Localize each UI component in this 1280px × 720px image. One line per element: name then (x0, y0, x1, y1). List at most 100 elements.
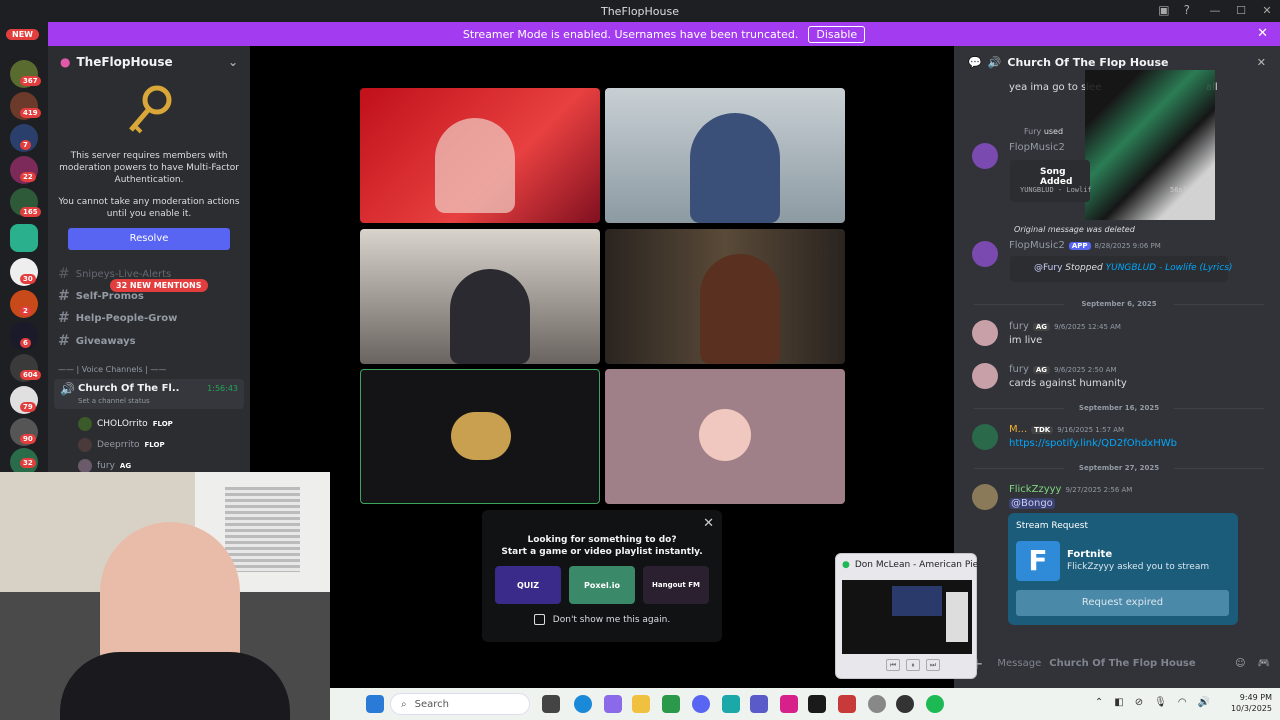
settings-icon[interactable] (868, 695, 886, 713)
voice-member[interactable]: Deeprrito FLOP (78, 438, 165, 452)
avatar[interactable] (972, 320, 998, 346)
disable-streamer-mode-button[interactable]: Disable (808, 25, 866, 43)
banner-text: Streamer Mode is enabled. Usernames have… (462, 27, 799, 41)
maximize-button[interactable]: ☐ (1228, 0, 1254, 22)
video-tile-avatar[interactable] (360, 369, 600, 504)
activity-hangout[interactable]: Hangout FM (643, 566, 709, 604)
server-badge: 32 (20, 458, 36, 468)
clock[interactable]: 9:49 PM 10/3/2025 (1231, 692, 1272, 714)
member-name: fury (97, 461, 115, 471)
guild-name: TheFlopHouse (76, 55, 173, 69)
microphone-icon[interactable]: 🎙 (1154, 697, 1167, 708)
activity-poxel[interactable]: Poxel.io (569, 566, 635, 604)
volume-icon[interactable]: 🔊 (1198, 697, 1210, 708)
voice-member[interactable]: fury AG (78, 459, 131, 473)
tray-icon[interactable]: ⊘ (1135, 697, 1143, 708)
date-divider: September 16, 2025 (974, 404, 1264, 412)
voice-channel-active[interactable]: 🔊 Church Of The Fl.. 1:56:43 Set a chann… (54, 379, 244, 409)
username[interactable]: FlopMusic2 (1009, 142, 1065, 153)
channel-item[interactable]: # Help-People-Grow (58, 310, 177, 326)
channel-label: Self-Promos (75, 290, 144, 302)
spotify-icon[interactable] (926, 695, 944, 713)
video-tile[interactable] (605, 229, 845, 364)
username[interactable]: FlickZzyyy (1009, 484, 1061, 495)
tray-icon[interactable]: ◧ (1114, 697, 1123, 708)
reply-used: used (1043, 127, 1064, 136)
video-tile[interactable] (605, 88, 845, 223)
windows-taskbar: ⌕ Search ⌃ ◧ ⊘ 🎙 ◠ 🔊 9:49 PM 10/3/2025 (330, 688, 1280, 720)
edge-icon[interactable] (574, 695, 592, 713)
app-icon[interactable] (838, 695, 856, 713)
server-rail: NEW 367 419 7 22 165 30 2 6 604 79 90 32 (0, 22, 48, 476)
username[interactable]: fury (1009, 364, 1029, 375)
request-expired-button[interactable]: Request expired (1016, 590, 1229, 616)
voice-timer: 1:56:43 (207, 384, 238, 393)
server-badge: 6 (20, 338, 31, 348)
resolve-button[interactable]: Resolve (68, 228, 230, 250)
voice-category[interactable]: —— | Voice Channels | —— (58, 365, 166, 374)
voice-member[interactable]: CHOLOrrito FLOP (78, 417, 173, 431)
video-tile[interactable] (360, 229, 600, 364)
channel-sidebar: ● TheFlopHouse ⌄ This server requires me… (48, 46, 250, 473)
teams-icon[interactable] (750, 695, 768, 713)
store-icon[interactable] (662, 695, 680, 713)
task-view-icon[interactable] (542, 695, 560, 713)
previous-icon[interactable]: ⏮ (886, 659, 900, 671)
app-icon[interactable] (808, 695, 826, 713)
activity-quiz[interactable]: QUIZ (495, 566, 561, 604)
channel-item[interactable]: # Giveaways (58, 333, 136, 349)
chat-channel-name: Church Of The Flop House (1007, 55, 1169, 69)
mention[interactable]: @Fury (1034, 263, 1062, 273)
timestamp: 9/27/2025 2:56 AM (1065, 485, 1133, 494)
help-icon[interactable]: ? (1184, 3, 1190, 17)
dont-show-checkbox[interactable] (533, 614, 545, 625)
mention[interactable]: @Bongo (1009, 498, 1055, 509)
next-icon[interactable]: ⏭ (926, 659, 940, 671)
username[interactable]: FlopMusic2 (1009, 240, 1065, 251)
taskbar-search[interactable]: ⌕ Search (390, 693, 530, 715)
guild-header[interactable]: ● TheFlopHouse ⌄ (48, 46, 250, 78)
emoji-icon[interactable]: ☺ (1235, 658, 1245, 669)
username[interactable]: M... (1009, 424, 1027, 435)
inbox-icon[interactable]: ▣ (1158, 3, 1169, 17)
avatar[interactable] (972, 424, 998, 450)
server-icon[interactable] (10, 224, 38, 252)
gamepad-icon[interactable]: 🎮 (1258, 658, 1270, 669)
app-icon[interactable] (780, 695, 798, 713)
app-icon[interactable] (722, 695, 740, 713)
channel-status[interactable]: Set a channel status (78, 397, 150, 405)
play-icon[interactable]: ⏸ (906, 659, 920, 671)
video-tile[interactable] (360, 88, 600, 223)
chevron-down-icon[interactable]: ⌄ (228, 55, 238, 69)
app-tag: APP (1068, 241, 1091, 250)
file-explorer-icon[interactable] (632, 695, 650, 713)
windows-start-icon[interactable] (366, 695, 384, 713)
category-label: —— | Voice Channels | —— (58, 365, 167, 374)
spotify-preview[interactable]: ● Don McLean - American Pie ⏮ ⏸ ⏭ (835, 553, 978, 679)
chevron-up-icon[interactable]: ⌃ (1095, 697, 1103, 708)
close-icon[interactable]: ✕ (703, 516, 714, 531)
request-text: FlickZzyyy asked you to stream (1067, 562, 1210, 572)
video-tile-avatar[interactable] (605, 369, 845, 504)
close-window-button[interactable]: ✕ (1254, 0, 1280, 22)
track-link[interactable]: YUNGBLUD - Lowlife (Lyrics) (1106, 263, 1233, 273)
timestamp: 9/16/2025 1:57 AM (1057, 425, 1125, 434)
avatar[interactable] (972, 484, 998, 510)
copilot-icon[interactable] (604, 695, 622, 713)
discord-icon[interactable] (692, 695, 710, 713)
search-icon: ⌕ (401, 698, 407, 710)
avatar[interactable] (972, 363, 998, 389)
reply-preview: Fury used (1024, 127, 1063, 136)
channel-item[interactable]: # Self-Promos (58, 288, 144, 304)
username[interactable]: fury (1009, 321, 1029, 332)
minimize-button[interactable]: — (1202, 0, 1228, 22)
close-icon[interactable]: ✕ (1257, 26, 1268, 41)
close-icon[interactable]: ✕ (1257, 56, 1266, 69)
wifi-icon[interactable]: ◠ (1178, 697, 1187, 708)
obs-icon[interactable] (896, 695, 914, 713)
message-link[interactable]: https://spotify.link/QD2fOhdxHWb (1009, 438, 1177, 449)
message-composer[interactable]: + Message Church Of The Flop House ☺ 🎮 (970, 651, 1270, 675)
new-badge: NEW (6, 29, 39, 40)
member-name: CHOLOrrito (97, 419, 148, 429)
voice-channel-name: Church Of The Fl.. (78, 383, 180, 394)
